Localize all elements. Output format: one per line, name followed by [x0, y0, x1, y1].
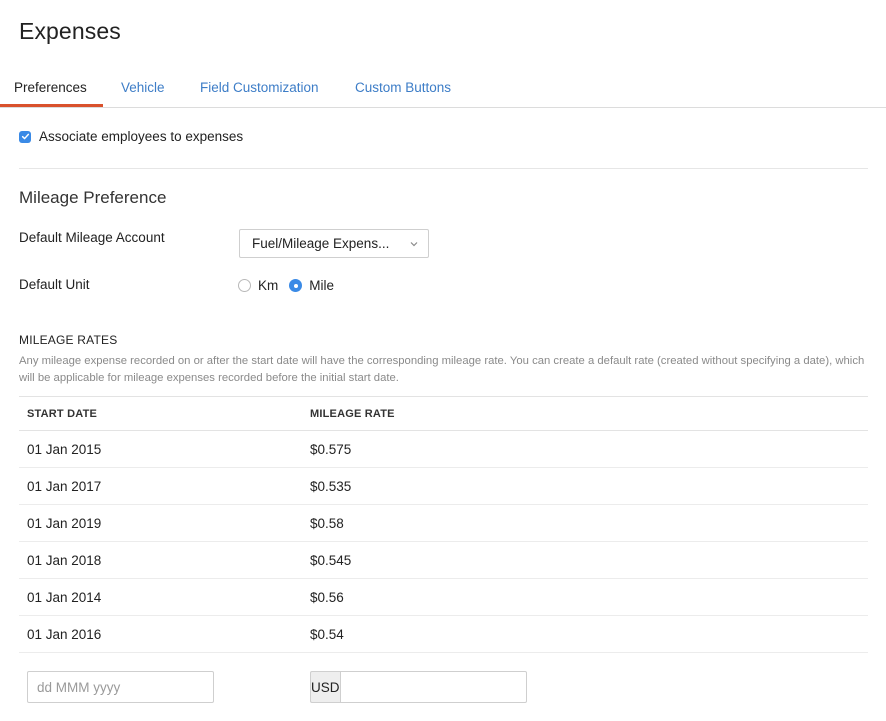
table-row[interactable]: 01 Jan 2017 $0.535 [19, 468, 868, 505]
page-title: Expenses [19, 18, 121, 44]
tab-vehicle[interactable]: Vehicle [121, 80, 165, 95]
new-rate-amount-input[interactable] [339, 671, 527, 703]
start-date-cell: 01 Jan 2016 [27, 627, 102, 642]
tab-preferences[interactable]: Preferences [14, 80, 87, 95]
unit-mile-label[interactable]: Mile [309, 278, 334, 293]
table-row[interactable]: 01 Jan 2018 $0.545 [19, 542, 868, 579]
table-row[interactable]: 01 Jan 2014 $0.56 [19, 579, 868, 616]
unit-km-label[interactable]: Km [258, 278, 278, 293]
unit-km-radio[interactable] [238, 279, 251, 292]
mileage-rate-cell: $0.56 [310, 590, 344, 605]
chevron-down-icon [410, 242, 418, 247]
default-unit-label: Default Unit [19, 277, 90, 292]
section-divider [19, 168, 868, 169]
table-row[interactable]: 01 Jan 2015 $0.575 [19, 431, 868, 468]
default-unit-radio-group: Km Mile [238, 278, 345, 293]
start-date-cell: 01 Jan 2015 [27, 442, 102, 457]
mileage-rate-cell: $0.575 [310, 442, 352, 457]
check-icon [21, 133, 29, 140]
tab-field-customization[interactable]: Field Customization [200, 80, 319, 95]
unit-mile-radio[interactable] [289, 279, 303, 292]
start-date-cell: 01 Jan 2017 [27, 479, 102, 494]
active-tab-indicator [0, 104, 103, 107]
column-header-mileage-rate: MILEAGE RATE [310, 408, 395, 420]
associate-employees-checkbox[interactable] [19, 130, 31, 143]
mileage-rate-cell: $0.58 [310, 516, 344, 531]
column-header-start-date: START DATE [27, 408, 98, 420]
table-header: START DATE MILEAGE RATE [19, 396, 868, 431]
mileage-rate-cell: $0.545 [310, 553, 352, 568]
tab-custom-buttons[interactable]: Custom Buttons [355, 80, 451, 95]
start-date-cell: 01 Jan 2018 [27, 553, 102, 568]
associate-employees-option[interactable]: Associate employees to expenses [19, 129, 243, 144]
tab-bar: Preferences Vehicle Field Customization … [0, 70, 886, 108]
new-rate-amount-group: USD [310, 671, 527, 703]
associate-employees-label: Associate employees to expenses [39, 129, 244, 144]
new-rate-start-date-input[interactable] [27, 671, 214, 703]
mileage-rates-table: START DATE MILEAGE RATE 01 Jan 2015 $0.5… [19, 396, 868, 653]
mileage-preference-heading: Mileage Preference [19, 188, 167, 207]
default-mileage-account-value: Fuel/Mileage Expens... [252, 236, 390, 251]
start-date-cell: 01 Jan 2014 [27, 590, 102, 605]
table-row[interactable]: 01 Jan 2019 $0.58 [19, 505, 868, 542]
mileage-rates-heading: MILEAGE RATES [19, 333, 118, 347]
mileage-rates-description: Any mileage expense recorded on or after… [19, 355, 865, 384]
mileage-rate-cell: $0.535 [310, 479, 352, 494]
table-row[interactable]: 01 Jan 2016 $0.54 [19, 616, 868, 653]
currency-addon: USD [310, 671, 340, 703]
default-mileage-account-label: Default Mileage Account [19, 230, 165, 245]
default-mileage-account-select[interactable]: Fuel/Mileage Expens... [239, 229, 429, 258]
start-date-cell: 01 Jan 2019 [27, 516, 102, 531]
mileage-rate-cell: $0.54 [310, 627, 344, 642]
